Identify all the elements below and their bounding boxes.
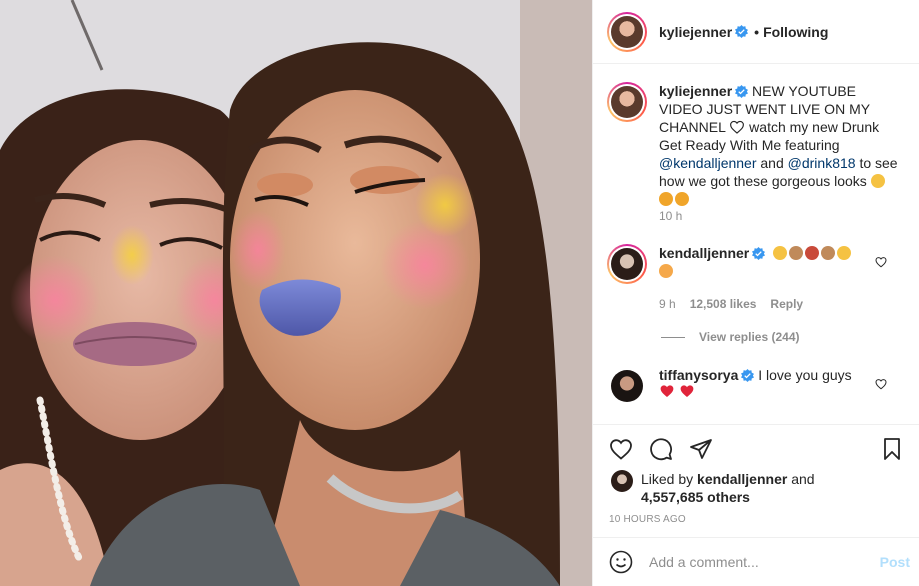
monkey-emoji-icon bbox=[821, 246, 836, 260]
caption-and: and bbox=[756, 155, 788, 171]
following-button[interactable]: Following bbox=[763, 24, 828, 40]
star-struck-emoji-icon bbox=[675, 192, 689, 206]
liked-by-text: Liked by kendalljenner and 4,557,685 oth… bbox=[641, 470, 815, 506]
liked-by-others[interactable]: 4,557,685 others bbox=[641, 489, 750, 505]
commenter-avatar[interactable] bbox=[611, 370, 643, 402]
caption: kyliejenner NEW YOUTUBE VIDEO JUST WENT … bbox=[607, 82, 907, 208]
smiling-hearts-emoji-icon bbox=[659, 264, 673, 278]
laughing-emoji-icon bbox=[773, 246, 788, 260]
comment-tiffanysorya: tiffanysorya I love you guys bbox=[607, 366, 907, 406]
comment-text: I love you guys bbox=[758, 367, 852, 383]
white-heart-icon bbox=[730, 120, 745, 134]
caption-time[interactable]: 10 h bbox=[659, 209, 682, 223]
star-struck-emoji-icon bbox=[659, 192, 673, 206]
comment-input[interactable]: Add a comment... bbox=[649, 554, 880, 570]
reply-button[interactable]: Reply bbox=[770, 297, 803, 311]
author-story-ring[interactable] bbox=[607, 11, 647, 52]
instagram-post: kyliejenner • Following kyliejenner NEW … bbox=[0, 0, 919, 586]
mention-drink818[interactable]: @drink818 bbox=[788, 155, 856, 171]
comment-kendalljenner: kendalljenner bbox=[607, 244, 907, 284]
like-comment-heart-icon[interactable] bbox=[875, 378, 887, 390]
rofl-emoji-icon bbox=[870, 174, 885, 188]
comment-body: kendalljenner bbox=[659, 244, 881, 284]
smiling-devil-emoji-icon bbox=[805, 246, 820, 260]
selfie-image bbox=[0, 0, 592, 586]
comment-time[interactable]: 9 h bbox=[659, 297, 676, 311]
commenter-story-ring[interactable] bbox=[607, 244, 647, 284]
share-paper-plane-icon[interactable] bbox=[689, 437, 713, 461]
verified-badge-icon bbox=[735, 25, 749, 38]
comment-body: tiffanysorya I love you guys bbox=[659, 366, 881, 406]
like-comment-heart-icon[interactable] bbox=[875, 256, 887, 268]
see-no-evil-monkey-emoji-icon bbox=[789, 246, 804, 260]
caption-author-avatar[interactable] bbox=[611, 86, 643, 118]
caption-text: kyliejenner NEW YOUTUBE VIDEO JUST WENT … bbox=[659, 82, 899, 208]
view-replies-button[interactable]: View replies (244) bbox=[661, 330, 800, 344]
verified-badge-icon bbox=[735, 85, 749, 98]
caption-author-story-ring[interactable] bbox=[607, 82, 647, 122]
post-photo[interactable] bbox=[0, 0, 592, 586]
liked-by-user[interactable]: kendalljenner bbox=[697, 471, 787, 487]
view-replies-label: View replies (244) bbox=[699, 330, 800, 344]
post-details-panel: kyliejenner • Following kyliejenner NEW … bbox=[592, 0, 919, 586]
comment-meta: 9 h 12,508 likes Reply bbox=[659, 297, 817, 311]
post-header: kyliejenner • Following bbox=[593, 0, 919, 64]
emoji-smiley-icon[interactable] bbox=[609, 550, 633, 574]
verified-badge-icon bbox=[741, 369, 755, 382]
like-heart-icon[interactable] bbox=[609, 437, 633, 461]
liked-by-and: and bbox=[787, 471, 815, 487]
mention-kendalljenner[interactable]: @kendalljenner bbox=[659, 155, 757, 171]
post-comment-button[interactable]: Post bbox=[880, 554, 910, 570]
author-avatar[interactable] bbox=[611, 15, 643, 48]
liked-by-prefix: Liked by bbox=[641, 471, 698, 487]
liked-by-avatar[interactable] bbox=[611, 470, 633, 492]
verified-badge-icon bbox=[752, 247, 766, 260]
comment-bubble-icon[interactable] bbox=[649, 437, 673, 461]
author-username[interactable]: kyliejenner bbox=[659, 24, 732, 40]
add-comment-bar: Add a comment... Post bbox=[593, 537, 919, 586]
commenter-avatar-wrap bbox=[607, 366, 647, 406]
save-bookmark-icon[interactable] bbox=[880, 437, 904, 461]
replies-divider bbox=[661, 336, 685, 338]
caption-author-username[interactable]: kyliejenner bbox=[659, 83, 732, 99]
action-bar bbox=[593, 424, 919, 472]
commenter-avatar[interactable] bbox=[611, 248, 643, 280]
comment-likes[interactable]: 12,508 likes bbox=[690, 297, 757, 311]
liked-by: Liked by kendalljenner and 4,557,685 oth… bbox=[611, 470, 911, 506]
post-timestamp[interactable]: 10 HOURS AGO bbox=[609, 514, 686, 525]
red-heart-emoji-icon bbox=[680, 385, 694, 398]
red-heart-emoji-icon bbox=[660, 385, 674, 398]
zany-face-emoji-icon bbox=[837, 246, 852, 260]
commenter-username[interactable]: kendalljenner bbox=[659, 245, 749, 261]
commenter-username[interactable]: tiffanysorya bbox=[659, 367, 738, 383]
separator-dot: • bbox=[754, 23, 760, 40]
